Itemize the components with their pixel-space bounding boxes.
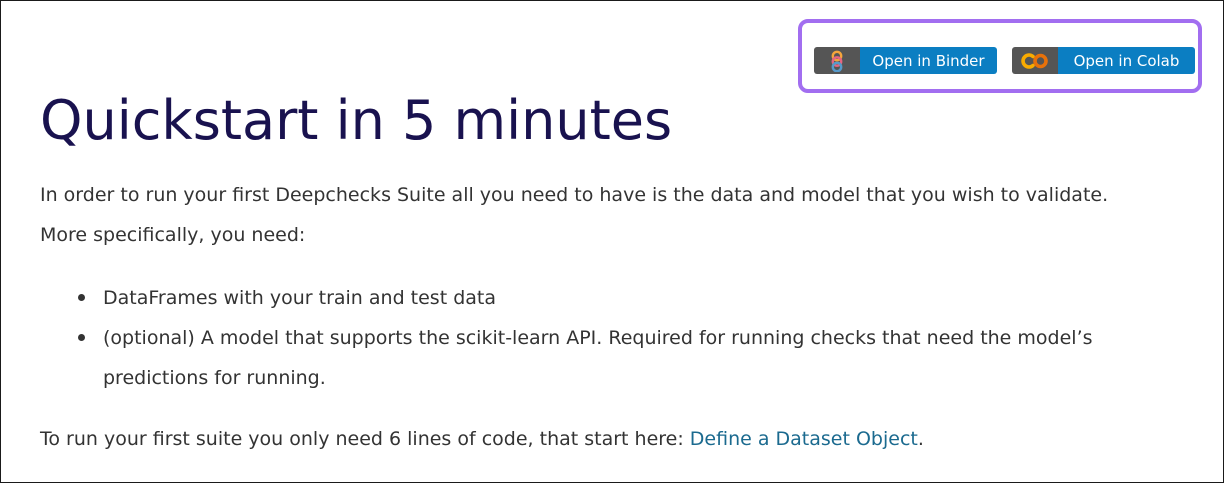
page-title: Quickstart in 5 minutes [40, 89, 673, 152]
list-item: DataFrames with your train and test data [40, 278, 1093, 318]
requirements-list: DataFrames with your train and test data… [40, 278, 1093, 398]
colab-badge-label: Open in Colab [1058, 47, 1195, 74]
list-item-line-2: predictions for running. [103, 367, 326, 389]
intro-line-1: In order to run your first Deepchecks Su… [40, 184, 1109, 206]
list-item-line-1: (optional) A model that supports the sci… [103, 327, 1093, 349]
intro-line-2: More specifically, you need: [40, 224, 306, 246]
open-in-colab-button[interactable]: Open in Colab [1012, 47, 1195, 74]
list-item: (optional) A model that supports the sci… [40, 318, 1093, 398]
footer-paragraph: To run your first suite you only need 6 … [40, 419, 924, 459]
define-dataset-object-link[interactable]: Define a Dataset Object [690, 428, 918, 450]
footer-period: . [917, 428, 924, 450]
colab-logo-icon [1012, 47, 1058, 74]
binder-logo-icon [814, 47, 860, 74]
binder-badge-label: Open in Binder [860, 47, 997, 74]
list-item-text: DataFrames with your train and test data [103, 287, 496, 309]
launch-badges-highlight: Open in Binder Open in Colab [798, 19, 1202, 93]
footer-text: To run your first suite you only need 6 … [40, 428, 690, 450]
docs-page: Open in Binder Open in Colab Quickstart … [0, 0, 1224, 483]
intro-paragraph: In order to run your first Deepchecks Su… [40, 175, 1108, 255]
open-in-binder-button[interactable]: Open in Binder [814, 47, 997, 74]
